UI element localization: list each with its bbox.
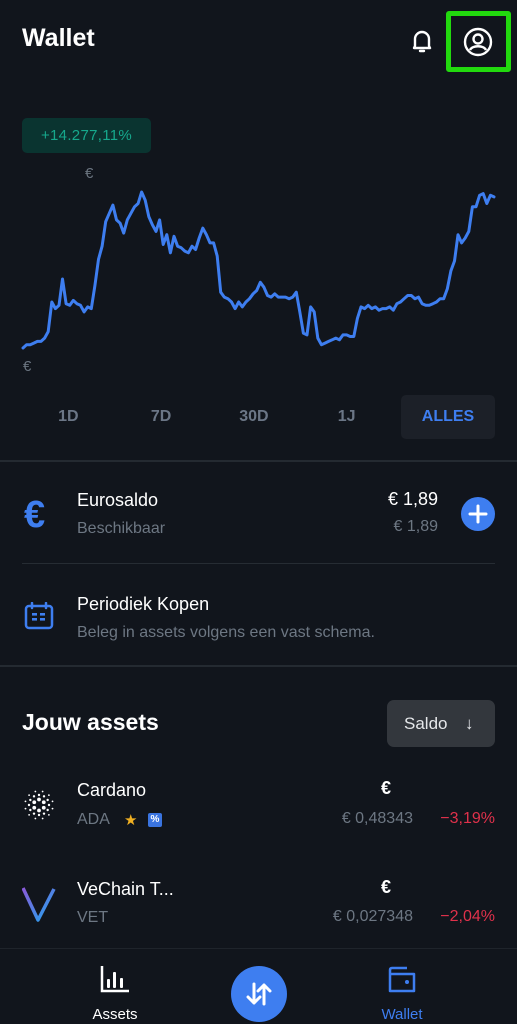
range-7d[interactable]: 7D xyxy=(115,395,208,439)
wallet-icon xyxy=(388,966,416,993)
eurosaldo-amount: € 1,89 xyxy=(387,489,438,509)
eurosaldo-subtitle: Beschikbaar xyxy=(77,520,166,537)
range-1d[interactable]: 1D xyxy=(22,395,115,439)
swap-arrows-icon xyxy=(246,982,272,1006)
value-chart[interactable] xyxy=(0,180,517,360)
range-1j[interactable]: 1J xyxy=(300,395,393,439)
cardano-logo-icon xyxy=(22,788,56,827)
nav-label: Assets xyxy=(92,1006,138,1023)
asset-change: −2,04% xyxy=(440,908,495,925)
divider xyxy=(22,563,495,564)
nav-label: Wallet xyxy=(381,1006,423,1023)
sort-label: Saldo xyxy=(404,714,448,733)
divider xyxy=(0,665,517,667)
vechain-logo-icon xyxy=(21,886,56,927)
asset-price: € 0,027348 xyxy=(332,908,413,925)
asset-symbol: ADA xyxy=(77,811,110,828)
euro-icon: € xyxy=(24,494,46,536)
eurosaldo-title: Eurosaldo xyxy=(77,490,159,510)
range-alles[interactable]: ALLES xyxy=(401,395,495,439)
range-30d[interactable]: 30D xyxy=(208,395,301,439)
percent-icon: % xyxy=(148,813,162,827)
bell-icon[interactable] xyxy=(407,26,437,58)
user-circle-icon[interactable] xyxy=(461,25,495,59)
nav-assets[interactable]: Assets xyxy=(85,965,145,1023)
trade-button[interactable] xyxy=(231,966,287,1022)
recurring-subtitle: Beleg in assets volgens een vast schema. xyxy=(77,624,375,641)
asset-value: € xyxy=(381,877,392,897)
axis-min-label: € xyxy=(23,358,32,375)
recurring-title: Periodiek Kopen xyxy=(77,594,210,614)
divider xyxy=(0,460,517,462)
arrow-down-icon: ↓ xyxy=(465,714,474,733)
header: Wallet xyxy=(0,0,517,80)
asset-price: € 0,48343 xyxy=(341,810,413,827)
add-funds-button[interactable] xyxy=(461,497,495,531)
plus-icon xyxy=(468,504,488,524)
asset-name: Cardano xyxy=(77,780,147,800)
asset-name: VeChain T... xyxy=(77,879,174,899)
chart-series-line xyxy=(21,190,496,350)
star-icon: ★ xyxy=(124,812,138,829)
calendar-icon xyxy=(24,601,54,635)
page-title: Wallet xyxy=(22,24,95,52)
bar-chart-icon xyxy=(100,966,129,993)
asset-symbol: VET xyxy=(77,909,109,926)
eurosaldo-available: € 1,89 xyxy=(393,518,438,535)
time-range-selector: 1D 7D 30D 1J ALLES xyxy=(22,395,495,439)
sort-button[interactable]: Saldo ↓ xyxy=(387,700,495,747)
assets-section-title: Jouw assets xyxy=(22,709,159,735)
asset-change: −3,19% xyxy=(440,810,495,827)
asset-value: € xyxy=(381,778,392,798)
change-badge: +14.277,11% xyxy=(22,118,151,153)
nav-wallet[interactable]: Wallet xyxy=(372,965,432,1023)
